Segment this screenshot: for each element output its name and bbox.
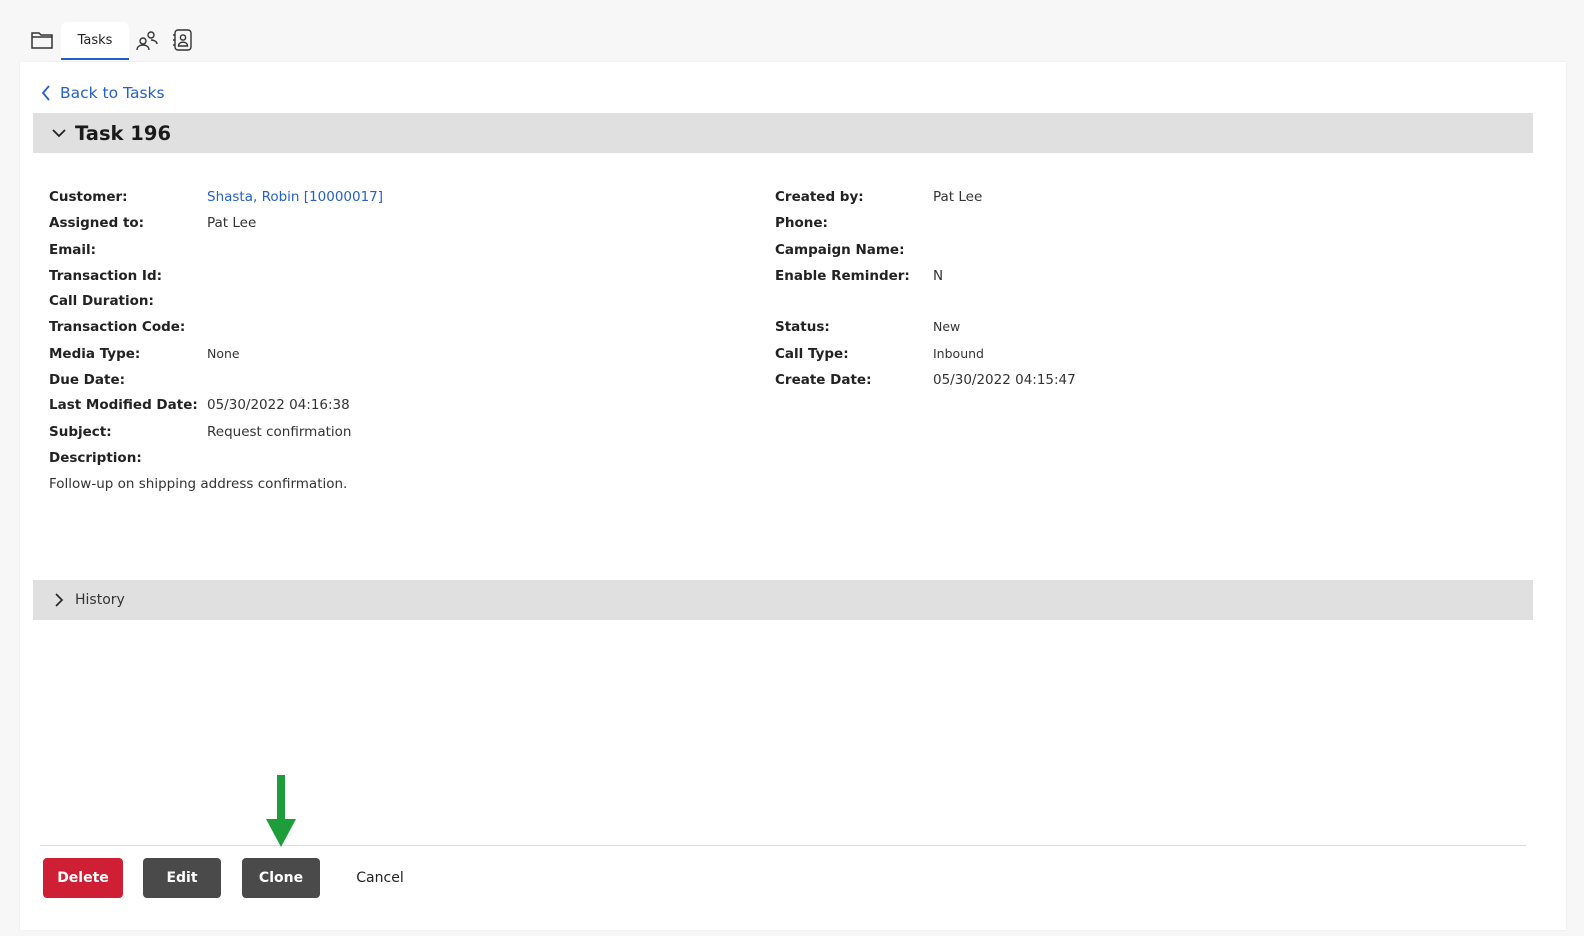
chevron-right-icon (51, 592, 67, 608)
history-section-header[interactable]: History (33, 580, 1533, 620)
back-to-tasks-link[interactable]: Back to Tasks (40, 83, 165, 103)
back-link-label: Back to Tasks (60, 84, 165, 102)
due-date-label: Due Date: (49, 372, 125, 388)
call-type-label: Call Type: (775, 346, 849, 362)
media-type-label: Media Type: (49, 346, 141, 362)
last-modified-date-value: 05/30/2022 04:16:38 (207, 397, 350, 413)
contact-card-icon[interactable] (169, 26, 197, 54)
tab-tasks[interactable]: Tasks (61, 22, 129, 60)
users-icon[interactable] (133, 26, 161, 54)
subject-label: Subject: (49, 424, 112, 440)
transaction-code-label: Transaction Code: (49, 319, 186, 335)
created-by-label: Created by: (775, 189, 864, 205)
enable-reminder-value: N (933, 268, 944, 284)
status-label: Status: (775, 319, 830, 335)
created-by-value: Pat Lee (933, 189, 983, 205)
enable-reminder-label: Enable Reminder: (775, 268, 910, 284)
clone-button[interactable]: Clone (242, 858, 320, 898)
create-date-value: 05/30/2022 04:15:47 (933, 372, 1076, 388)
media-type-value: None (207, 346, 240, 361)
subject-value: Request confirmation (207, 424, 352, 440)
status-value: New (933, 319, 961, 334)
task-title: Task 196 (75, 121, 172, 145)
transaction-id-label: Transaction Id: (49, 268, 163, 284)
last-modified-date-label: Last Modified Date: (49, 397, 198, 413)
chevron-down-icon (51, 125, 67, 141)
tab-tasks-label: Tasks (77, 32, 113, 48)
call-type-value: Inbound (933, 346, 984, 361)
assigned-to-value: Pat Lee (207, 215, 257, 231)
description-label: Description: (49, 450, 142, 466)
tab-bar: Tasks (0, 0, 1584, 62)
customer-label: Customer: (49, 189, 128, 205)
email-label: Email: (49, 242, 97, 258)
delete-button[interactable]: Delete (43, 858, 123, 898)
chevron-left-icon (41, 85, 50, 101)
folder-icon[interactable] (28, 26, 56, 54)
history-title: History (75, 592, 125, 608)
annotation-arrow-down-icon (266, 775, 296, 847)
cancel-button[interactable]: Cancel (342, 858, 418, 898)
call-duration-label: Call Duration: (49, 293, 154, 309)
description-text: Follow-up on shipping address confirmati… (49, 476, 348, 492)
assigned-to-label: Assigned to: (49, 215, 145, 231)
action-divider (40, 845, 1526, 846)
phone-label: Phone: (775, 215, 828, 231)
task-section-header[interactable]: Task 196 (33, 113, 1533, 153)
edit-button[interactable]: Edit (143, 858, 221, 898)
create-date-label: Create Date: (775, 372, 872, 388)
campaign-name-label: Campaign Name: (775, 242, 905, 258)
customer-link[interactable]: Shasta, Robin [10000017] (207, 189, 383, 205)
